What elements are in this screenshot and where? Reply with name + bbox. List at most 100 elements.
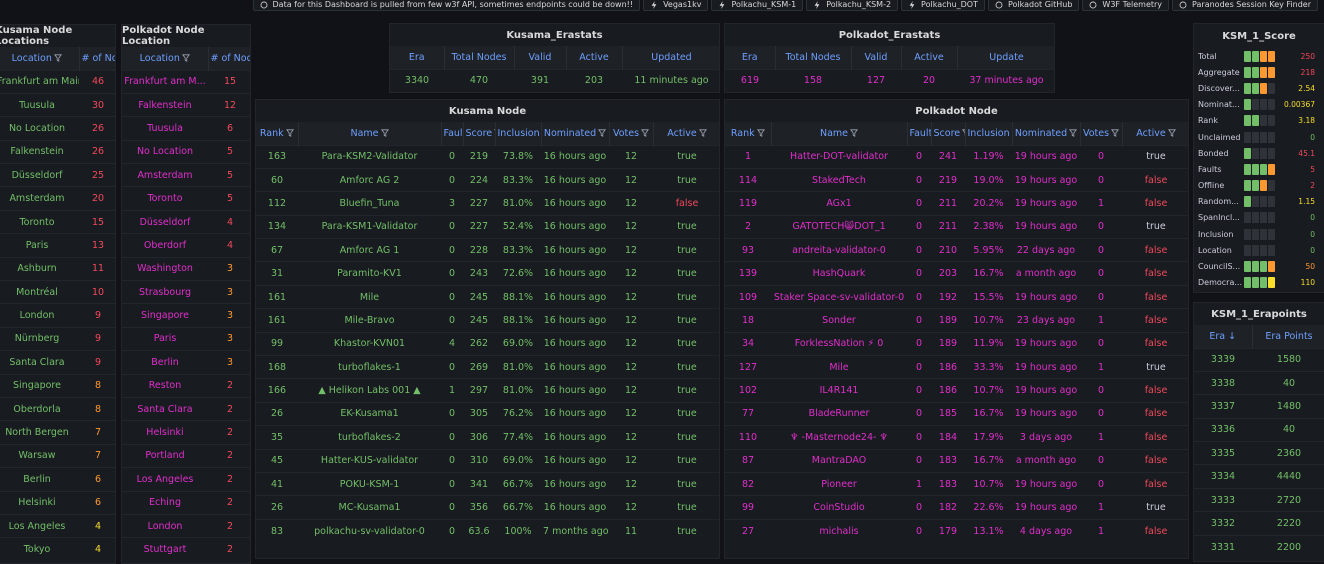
rank-cell: 161 (256, 309, 298, 332)
dashboard-link-button[interactable]: Polkachu_DOT (901, 0, 985, 11)
active-cell: true (653, 168, 720, 191)
name-cell: Bluefin_Tuna (298, 192, 441, 215)
stat-cell: 3340 (390, 69, 444, 92)
column-header[interactable]: Name (771, 122, 907, 145)
column-header[interactable]: Rank (725, 122, 771, 145)
score-value: 0 (1310, 133, 1324, 142)
votes-cell: 12 (609, 496, 653, 519)
column-header[interactable]: Nominated (541, 122, 609, 145)
column-header[interactable]: Updated (622, 46, 720, 69)
filter-icon[interactable] (850, 129, 858, 137)
column-header[interactable]: Valid (514, 46, 566, 69)
score-cell: 228 (463, 239, 495, 262)
column-header[interactable]: Location (122, 47, 208, 70)
score-bar-segment (1252, 148, 1259, 159)
node-count-cell: 6 (79, 491, 116, 514)
score-cell: 227 (463, 215, 495, 238)
rank-cell: 35 (256, 426, 298, 449)
dashboard-link-button[interactable]: Vegas1kv (643, 0, 708, 11)
node-count-cell: 2 (208, 374, 251, 397)
table-row: Ashburn11 (0, 257, 116, 280)
filter-icon[interactable] (598, 129, 606, 137)
column-header[interactable]: # of Nodes (208, 47, 251, 70)
column-header[interactable]: Rank (256, 122, 298, 145)
votes-cell: 12 (609, 472, 653, 495)
rank-cell: 163 (256, 145, 298, 168)
column-header[interactable]: Active (1122, 122, 1189, 145)
location-cell: Tokyo (0, 538, 79, 561)
score-row: Rank3.18 (1194, 113, 1324, 129)
column-header[interactable]: Faults (441, 122, 463, 145)
column-header[interactable]: Score (463, 122, 495, 145)
dashboard-link-button[interactable]: Paranodes Session Key Finder (1172, 0, 1318, 11)
dashboard-link-button[interactable]: Polkachu_KSM-2 (806, 0, 898, 11)
name-cell: POKU-KSM-1 (298, 472, 441, 495)
column-header[interactable]: Update (957, 46, 1055, 69)
filter-icon[interactable] (54, 54, 62, 62)
score-bar-segment (1244, 196, 1251, 207)
name-cell: Paramito-KV1 (298, 262, 441, 285)
score-bar-segment (1260, 277, 1267, 288)
column-header[interactable]: Faults (907, 122, 931, 145)
location-cell: Oberdorla (0, 397, 79, 420)
rank-cell: 99 (256, 332, 298, 355)
score-bar-segment (1244, 261, 1251, 272)
filter-icon[interactable] (182, 54, 190, 62)
name-cell: Hatter-KUS-validator (298, 449, 441, 472)
column-header[interactable]: Era Points (1252, 325, 1324, 348)
column-header[interactable]: Name (298, 122, 441, 145)
dashboard-link-label: Polkadot GitHub (1008, 0, 1072, 9)
column-header[interactable]: Active (901, 46, 957, 69)
filter-icon[interactable] (1111, 129, 1119, 137)
location-cell: Warsaw (0, 444, 79, 467)
location-cell: Nürnberg (0, 327, 79, 350)
column-header[interactable]: Inclusion (965, 122, 1012, 145)
inclusion-cell: 69.0% (495, 332, 541, 355)
faults-cell: 0 (441, 402, 463, 425)
rank-cell: 112 (256, 192, 298, 215)
column-header[interactable]: Active (653, 122, 720, 145)
column-header-label: Name (820, 128, 848, 139)
column-header[interactable]: Era (390, 46, 444, 69)
faults-cell: 0 (441, 309, 463, 332)
filter-icon[interactable] (757, 129, 765, 137)
column-header[interactable]: Votes (1080, 122, 1122, 145)
column-header[interactable]: Total Nodes (775, 46, 851, 69)
column-header[interactable]: Active (566, 46, 622, 69)
location-cell: Santa Clara (122, 397, 208, 420)
filter-icon[interactable] (381, 129, 389, 137)
table-row: North Bergen7 (0, 421, 116, 444)
column-header[interactable]: Score (931, 122, 965, 145)
column-header[interactable]: Valid (851, 46, 901, 69)
nominated-cell: 16 hours ago (541, 426, 609, 449)
column-header[interactable]: # of Nodes (79, 47, 116, 70)
column-header[interactable]: Total Nodes (444, 46, 514, 69)
table-row: 26EK-Kusama1030576.2%16 hours ago12true (256, 402, 720, 425)
stat-cell: 203 (566, 69, 622, 92)
score-value: 0.00367 (1284, 100, 1324, 109)
table-row: 82Pioneer118310.7%19 hours ago0false (725, 472, 1189, 495)
rank-cell: 45 (256, 449, 298, 472)
dashboard-link-button[interactable]: Data for this Dashboard is pulled from f… (253, 0, 641, 11)
score-bar-segment (1252, 67, 1259, 78)
column-header[interactable]: Inclusion (495, 122, 541, 145)
location-cell: London (0, 304, 79, 327)
score-bar-gauge: Total250Aggregate218Discover...2.54Nomin… (1194, 48, 1324, 291)
column-header[interactable]: Location (0, 47, 79, 70)
column-header-label: Active (1136, 128, 1165, 139)
dashboard-link-button[interactable]: Polkachu_KSM-1 (711, 0, 803, 11)
filter-icon[interactable] (1168, 129, 1176, 137)
filter-icon[interactable] (286, 129, 294, 137)
filter-icon[interactable] (699, 129, 707, 137)
column-header[interactable]: Votes (609, 122, 653, 145)
column-header[interactable]: Era (725, 46, 775, 69)
column-header[interactable]: Era ↓ (1194, 325, 1252, 348)
filter-icon[interactable] (1069, 129, 1077, 137)
filter-icon[interactable] (641, 129, 649, 137)
nominated-cell: 16 hours ago (541, 262, 609, 285)
dashboard-link-button[interactable]: W3F Telemetry (1082, 0, 1169, 11)
column-header[interactable]: Nominated (1012, 122, 1080, 145)
active-cell: true (653, 379, 720, 402)
dashboard-link-button[interactable]: Polkadot GitHub (988, 0, 1079, 11)
node-count-cell: 3 (208, 257, 251, 280)
